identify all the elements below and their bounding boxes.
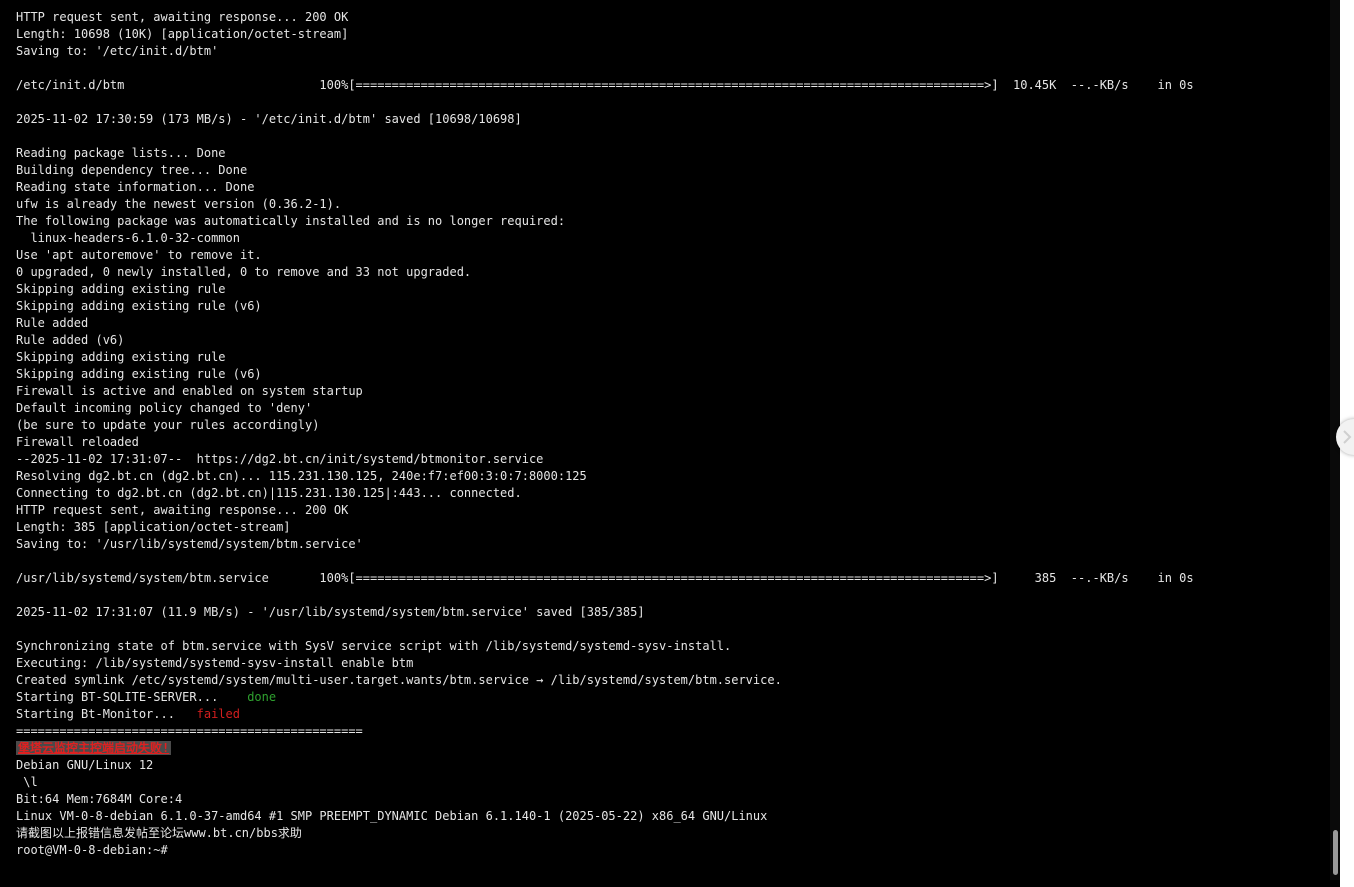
output-line: Reading package lists... Done (16, 146, 226, 160)
output-line: The following package was automatically … (16, 214, 566, 228)
status-failed-badge: failed (196, 707, 240, 721)
output-line: 2025-11-02 17:31:07 (11.9 MB/s) - '/usr/… (16, 605, 645, 619)
output-line: Skipping adding existing rule (v6) (16, 299, 262, 313)
output-line: HTTP request sent, awaiting response... … (16, 503, 349, 517)
output-line: /etc/init.d/btm 100%[===================… (16, 78, 1194, 92)
terminal-window[interactable]: HTTP request sent, awaiting response... … (0, 0, 1328, 887)
output-line: 请截图以上报错信息发帖至论坛www.bt.cn/bbs求助 (16, 826, 302, 840)
output-line: (be sure to update your rules accordingl… (16, 418, 320, 432)
output-line: /usr/lib/systemd/system/btm.service 100%… (16, 571, 1194, 585)
error-banner: 堡塔云监控主控端启动失败! (16, 741, 172, 755)
scrollbar-thumb[interactable] (1333, 830, 1338, 875)
output-line: Skipping adding existing rule (16, 350, 226, 364)
output-line: linux-headers-6.1.0-32-common (16, 231, 240, 245)
output-line: \l (16, 775, 38, 789)
output-line: Skipping adding existing rule (16, 282, 226, 296)
output-line: Default incoming policy changed to 'deny… (16, 401, 313, 415)
output-line: Connecting to dg2.bt.cn (dg2.bt.cn)|115.… (16, 486, 522, 500)
output-line: Use 'apt autoremove' to remove it. (16, 248, 262, 262)
output-line: Length: 10698 (10K) [application/octet-s… (16, 27, 349, 41)
output-line: Rule added (16, 316, 89, 330)
output-line: Created symlink /etc/systemd/system/mult… (16, 673, 782, 687)
output-line: Saving to: '/etc/init.d/btm' (16, 44, 219, 58)
output-line: Reading state information... Done (16, 180, 255, 194)
output-line: Debian GNU/Linux 12 (16, 758, 154, 772)
status-done-badge: done (247, 690, 277, 704)
output-line: Saving to: '/usr/lib/systemd/system/btm.… (16, 537, 363, 551)
output-line: Executing: /lib/systemd/systemd-sysv-ins… (16, 656, 414, 670)
output-line: --2025-11-02 17:31:07-- https://dg2.bt.c… (16, 452, 544, 466)
output-line: ufw is already the newest version (0.36.… (16, 197, 342, 211)
output-line: HTTP request sent, awaiting response... … (16, 10, 349, 24)
output-line: Firewall is active and enabled on system… (16, 384, 363, 398)
output-line: 2025-11-02 17:30:59 (173 MB/s) - '/etc/i… (16, 112, 522, 126)
output-line: Resolving dg2.bt.cn (dg2.bt.cn)... 115.2… (16, 469, 587, 483)
chevron-right-icon (1343, 430, 1352, 444)
status-label: Starting BT-SQLITE-SERVER... (16, 690, 248, 704)
output-line: Linux VM-0-8-debian 6.1.0-37-amd64 #1 SM… (16, 809, 768, 823)
output-line: Length: 385 [application/octet-stream] (16, 520, 291, 534)
output-line: 0 upgraded, 0 newly installed, 0 to remo… (16, 265, 472, 279)
error-line: 堡塔云监控主控端启动失败! (16, 740, 1194, 757)
sqlite-server-status-line: Starting BT-SQLITE-SERVER... done (16, 689, 1194, 706)
terminal-output: HTTP request sent, awaiting response... … (16, 9, 1194, 859)
monitor-status-line: Starting Bt-Monitor... failed (16, 706, 1194, 723)
output-line: Firewall reloaded (16, 435, 139, 449)
status-label: Starting Bt-Monitor... (16, 707, 197, 721)
output-line: Building dependency tree... Done (16, 163, 248, 177)
shell-prompt[interactable]: root@VM-0-8-debian:~# (16, 842, 1194, 859)
separator-line: ========================================… (16, 724, 363, 738)
output-line: Bit:64 Mem:7684M Core:4 (16, 792, 183, 806)
output-line: Skipping adding existing rule (v6) (16, 367, 262, 381)
output-line: Rule added (v6) (16, 333, 125, 347)
output-line: Synchronizing state of btm.service with … (16, 639, 732, 653)
